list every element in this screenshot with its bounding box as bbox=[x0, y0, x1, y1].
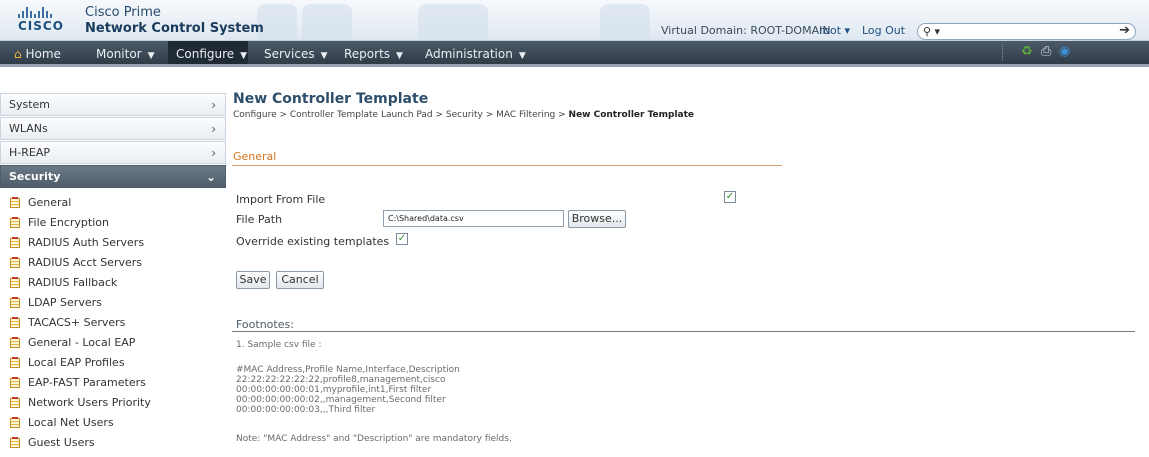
footnote-1: 1. Sample csv file : bbox=[236, 340, 322, 350]
toolbar-icons: ♻ ⎙ ◉ bbox=[1002, 44, 1082, 61]
page-title: New Controller Template bbox=[233, 91, 429, 107]
help-icon[interactable]: ◉ bbox=[1059, 44, 1070, 59]
sidebar: System › WLANs › H-REAP › Security ⌄ General… bbox=[0, 93, 226, 453]
sample-csv-line: 22:22:22:22:22:22,profile8,management,ci… bbox=[236, 375, 446, 385]
sample-csv-block: #MAC Address,Profile Name,Interface,Desc… bbox=[236, 365, 460, 415]
user-menu[interactable]: root ▾ bbox=[819, 24, 850, 37]
folder-icon bbox=[10, 217, 20, 228]
save-button[interactable]: Save bbox=[236, 271, 270, 289]
sidebar-item-network-users-priority[interactable]: Network Users Priority bbox=[0, 393, 226, 413]
sidebar-section-wlans[interactable]: WLANs › bbox=[0, 117, 226, 140]
virtual-domain[interactable]: Virtual Domain: ROOT-DOMAIN bbox=[661, 24, 831, 37]
import-from-file-checkbox[interactable]: ✓ bbox=[724, 191, 736, 203]
section-title-general: General bbox=[233, 150, 277, 163]
chevron-right-icon: › bbox=[211, 146, 216, 160]
app-header: CISCO Cisco Prime Network Control System… bbox=[0, 0, 1149, 41]
product-name: Cisco Prime bbox=[85, 5, 161, 20]
sample-csv-line: 00:00:00:00:00:01,myprofile,int1,First f… bbox=[236, 385, 432, 395]
sidebar-section-security[interactable]: Security ⌄ bbox=[0, 165, 226, 188]
chevron-down-icon: ▼ bbox=[320, 51, 328, 61]
nav-services[interactable]: Services ▼ bbox=[264, 47, 328, 61]
sidebar-item-radius-fallback[interactable]: RADIUS Fallback bbox=[0, 273, 226, 293]
folder-icon bbox=[10, 437, 20, 448]
chevron-right-icon: › bbox=[211, 98, 216, 112]
folder-icon bbox=[10, 337, 20, 348]
folder-icon bbox=[10, 297, 20, 308]
browse-button[interactable]: Browse... bbox=[568, 210, 626, 228]
home-icon: ⌂ bbox=[14, 47, 22, 61]
cisco-logo: CISCO bbox=[18, 6, 68, 33]
footnotes-title: Footnotes: bbox=[236, 318, 294, 331]
folder-icon bbox=[10, 197, 20, 208]
folder-icon bbox=[10, 317, 20, 328]
sample-csv-line: 00:00:00:00:00:03,,,Third filter bbox=[236, 405, 376, 415]
breadcrumb-current: New Controller Template bbox=[568, 110, 695, 120]
chevron-down-icon: ▼ bbox=[518, 51, 526, 61]
header-decoration bbox=[418, 4, 488, 40]
folder-icon bbox=[10, 397, 20, 408]
breadcrumb: Configure > Controller Template Launch P… bbox=[233, 110, 694, 120]
sidebar-item-eap-fast[interactable]: EAP-FAST Parameters bbox=[0, 373, 226, 393]
sample-csv-line: 00:00:00:00:00:02,,management,Second fil… bbox=[236, 395, 446, 405]
folder-icon bbox=[10, 257, 20, 268]
checkmark-icon: ✓ bbox=[397, 233, 407, 244]
logo-text: CISCO bbox=[18, 19, 64, 33]
search-input[interactable]: ⚲ ▾ ➔ bbox=[917, 23, 1136, 40]
sidebar-item-guest-users[interactable]: Guest Users bbox=[0, 433, 226, 453]
file-path-label: File Path bbox=[236, 213, 283, 226]
sidebar-item-general-local-eap[interactable]: General - Local EAP bbox=[0, 333, 226, 353]
nav-configure[interactable]: Configure ▼ bbox=[176, 47, 247, 61]
sidebar-item-tacacs[interactable]: TACACS+ Servers bbox=[0, 313, 226, 333]
override-templates-label: Override existing templates bbox=[236, 235, 390, 248]
header-decoration bbox=[600, 4, 650, 40]
cancel-button[interactable]: Cancel bbox=[276, 271, 324, 289]
chevron-down-icon: ⌄ bbox=[205, 170, 216, 184]
sidebar-item-local-eap-profiles[interactable]: Local EAP Profiles bbox=[0, 353, 226, 373]
chevron-down-icon: ▼ bbox=[147, 51, 155, 61]
folder-icon bbox=[10, 417, 20, 428]
sidebar-item-local-net-users[interactable]: Local Net Users bbox=[0, 413, 226, 433]
override-templates-checkbox[interactable]: ✓ bbox=[396, 233, 408, 245]
sidebar-section-hreap[interactable]: H-REAP › bbox=[0, 141, 226, 164]
footnotes-divider bbox=[232, 331, 1135, 332]
folder-icon bbox=[10, 237, 20, 248]
folder-icon bbox=[10, 357, 20, 368]
nav-administration[interactable]: Administration ▼ bbox=[425, 47, 526, 61]
chevron-right-icon: › bbox=[211, 122, 216, 136]
print-icon[interactable]: ⎙ bbox=[1041, 44, 1051, 59]
sidebar-item-file-encryption[interactable]: File Encryption bbox=[0, 213, 226, 233]
sidebar-item-general[interactable]: General bbox=[0, 193, 226, 213]
logout-link[interactable]: Log Out bbox=[862, 24, 905, 37]
folder-icon bbox=[10, 277, 20, 288]
sidebar-section-system[interactable]: System › bbox=[0, 93, 226, 116]
breadcrumb-path[interactable]: Configure > Controller Template Launch P… bbox=[233, 110, 566, 120]
footnote-note: Note: "MAC Address" and "Description" ar… bbox=[236, 434, 512, 444]
nav-reports[interactable]: Reports ▼ bbox=[344, 47, 403, 61]
sidebar-item-radius-auth[interactable]: RADIUS Auth Servers bbox=[0, 233, 226, 253]
nav-home[interactable]: ⌂ Home bbox=[14, 47, 61, 61]
sample-csv-line: #MAC Address,Profile Name,Interface,Desc… bbox=[236, 365, 460, 375]
section-divider bbox=[232, 165, 782, 166]
product-subtitle: Network Control System bbox=[85, 21, 264, 36]
search-icon[interactable]: ⚲ ▾ bbox=[923, 25, 940, 38]
nav-monitor[interactable]: Monitor ▼ bbox=[96, 47, 155, 61]
search-go-icon[interactable]: ➔ bbox=[1119, 23, 1130, 38]
checkmark-icon: ✓ bbox=[725, 191, 735, 202]
header-decoration bbox=[302, 4, 352, 40]
chevron-down-icon: ▼ bbox=[396, 51, 403, 61]
sidebar-item-radius-acct[interactable]: RADIUS Acct Servers bbox=[0, 253, 226, 273]
chevron-down-icon: ▼ bbox=[240, 51, 248, 61]
refresh-icon[interactable]: ♻ bbox=[1021, 44, 1033, 59]
sidebar-item-ldap[interactable]: LDAP Servers bbox=[0, 293, 226, 313]
folder-icon bbox=[10, 377, 20, 388]
file-path-input[interactable] bbox=[383, 210, 564, 227]
import-from-file-label: Import From File bbox=[236, 193, 326, 206]
main-nav: ⌂ Home Monitor ▼ Configure ▼ Services ▼ Rep… bbox=[0, 41, 1149, 67]
